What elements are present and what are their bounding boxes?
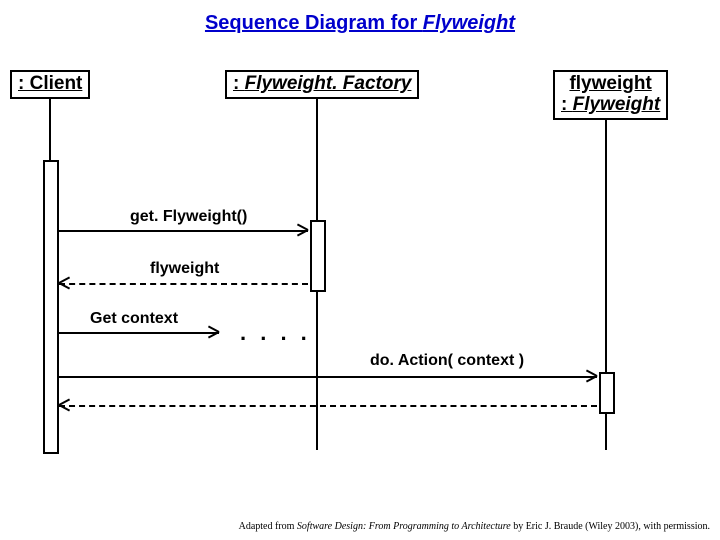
msg-get-flyweight-label: get. Flyweight() xyxy=(130,208,247,226)
msg-do-action-arrow xyxy=(59,376,597,378)
msg-return-flyweight-arrow xyxy=(59,283,308,285)
participant-client: : Client xyxy=(10,70,90,99)
attribution: Adapted from Software Design: From Progr… xyxy=(239,521,710,532)
activation-flyweight xyxy=(599,372,615,414)
attribution-book: Software Design: From Programming to Arc… xyxy=(297,521,511,532)
participant-factory: : Flyweight. Factory xyxy=(225,70,419,99)
participant-factory-label: : Flyweight. Factory xyxy=(233,73,411,94)
msg-get-flyweight-arrow xyxy=(59,230,308,232)
msg-get-context-label: Get context xyxy=(90,310,178,328)
title-prefix: Sequence Diagram for xyxy=(205,12,423,34)
title-subject: Flyweight xyxy=(423,12,515,34)
participant-flyweight: flyweight : Flyweight xyxy=(553,70,668,120)
attribution-suffix: by Eric J. Braude (Wiley 2003), with per… xyxy=(511,521,710,532)
activation-client xyxy=(43,160,59,454)
msg-do-action-return-arrow xyxy=(59,405,597,407)
attribution-prefix: Adapted from xyxy=(239,521,297,532)
msg-do-action-label: do. Action( context ) xyxy=(370,352,524,370)
continuation-dots: . . . . xyxy=(240,320,311,346)
participant-flyweight-obj: flyweight xyxy=(561,74,660,95)
activation-factory xyxy=(310,220,326,292)
participant-client-label: : Client xyxy=(18,73,82,94)
diagram-title: Sequence Diagram for Flyweight xyxy=(0,12,720,35)
msg-return-flyweight-label: flyweight xyxy=(150,260,219,278)
msg-get-context-arrow xyxy=(59,332,219,334)
participant-flyweight-class: : Flyweight xyxy=(561,94,660,115)
